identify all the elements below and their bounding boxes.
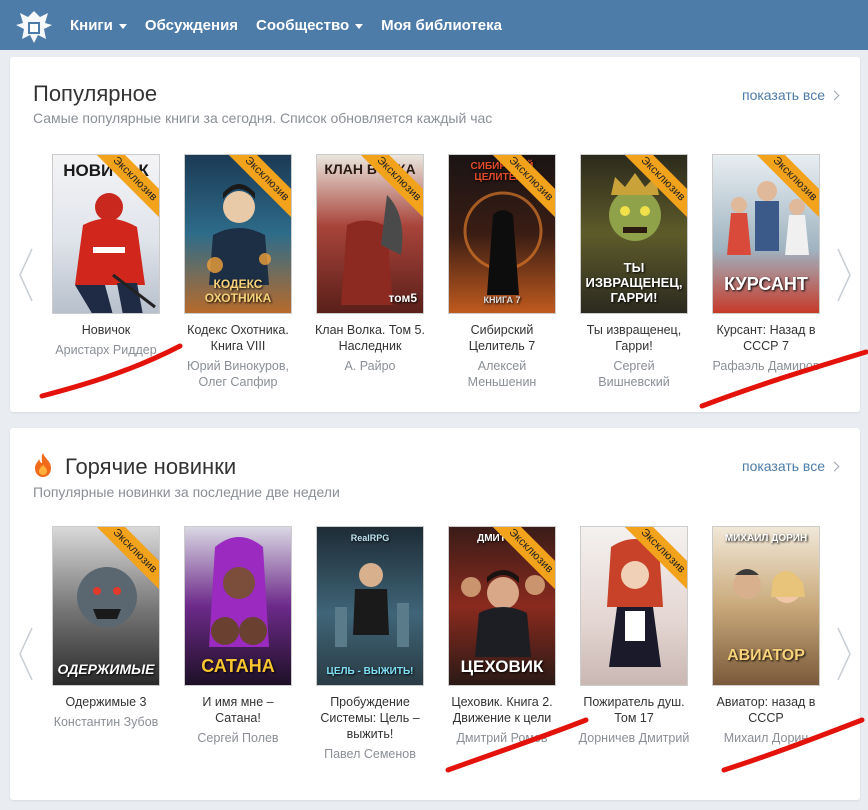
book-cover[interactable]: КУРСАНТ Эксклюзив (712, 154, 820, 314)
book-card[interactable]: КУРСАНТ Эксклюзив Курсант: Назад в СССР … (704, 154, 828, 374)
book-author[interactable]: Рафаэль Дамиров (704, 358, 828, 374)
show-all-label: показать все (742, 87, 825, 103)
book-title[interactable]: Ты извращенец, Гарри! (572, 322, 696, 354)
nav-my-library-label: Моя библиотека (381, 16, 502, 34)
hot-new-section: Горячие новинки Популярные новинки за по… (10, 428, 860, 800)
book-card[interactable]: КОДЕКС ОХОТНИКА Эксклюзив Кодекс Охотник… (176, 154, 300, 390)
chevron-right-icon (829, 90, 840, 100)
book-cover[interactable]: МИХАИЛ ДОРИН АВИАТОР (712, 526, 820, 686)
top-navbar: Книги Обсуждения Сообщество Моя библиоте… (0, 0, 868, 50)
chevron-left-icon (19, 627, 33, 681)
book-title[interactable]: Курсант: Назад в СССР 7 (704, 322, 828, 354)
book-author[interactable]: Михаил Дорин (704, 730, 828, 746)
book-card[interactable]: RealRPG ЦЕЛЬ - ВЫЖИТЬ! Пробуждение Систе… (308, 526, 432, 762)
book-title[interactable]: Пожиратель душ. Том 17 (572, 694, 696, 726)
book-title[interactable]: Клан Волка. Том 5. Наследник (308, 322, 432, 354)
book-title[interactable]: Авиатор: назад в СССР (704, 694, 828, 726)
book-cover[interactable]: RealRPG ЦЕЛЬ - ВЫЖИТЬ! (316, 526, 424, 686)
cover-series: RealRPG (350, 533, 390, 543)
cover-volume: том5 (388, 291, 417, 305)
book-author[interactable]: Аристарх Риддер (44, 342, 168, 358)
book-card[interactable]: САТАНА И имя мне – Сатана! Сергей Полев (176, 526, 300, 746)
book-cover[interactable]: Эксклюзив (580, 526, 688, 686)
section-subtitle: Популярные новинки за последние две неде… (33, 484, 340, 500)
fire-icon (35, 453, 51, 477)
book-card[interactable]: МИХАИЛ ДОРИН АВИАТОР Авиатор: назад в СС… (704, 526, 828, 746)
section-title: Популярное (33, 81, 158, 106)
cover-title: АВИАТОР (727, 647, 805, 664)
cover-volume: КНИГА 7 (483, 295, 521, 305)
nav-books[interactable]: Книги (70, 17, 127, 34)
book-card[interactable]: СИБИРСКИЙ ЦЕЛИТЕЛЬ КНИГА 7 Эксклюзив Сиб… (440, 154, 564, 390)
chevron-down-icon (355, 23, 364, 29)
site-logo-icon[interactable] (14, 7, 54, 45)
book-author[interactable]: Павел Семенов (308, 746, 432, 762)
book-cover[interactable]: ОДЕРЖИМЫЕ Эксклюзив (52, 526, 160, 686)
chevron-right-icon (837, 248, 851, 302)
nav-discussions[interactable]: Обсуждения (145, 17, 238, 34)
book-card[interactable]: ТЫ ИЗВРАЩЕНЕЦ, ГАРРИ! Эксклюзив Ты извра… (572, 154, 696, 390)
popular-section: Популярное Самые популярные книги за сег… (10, 57, 860, 412)
book-card[interactable]: ОДЕРЖИМЫЕ Эксклюзив Одержимые 3 Констант… (44, 526, 168, 730)
chevron-right-icon (837, 627, 851, 681)
book-author[interactable]: Сергей Вишневский (572, 358, 696, 390)
section-title: Горячие новинки (65, 454, 237, 479)
book-cover[interactable]: САТАНА (184, 526, 292, 686)
book-title[interactable]: Новичок (44, 322, 168, 338)
cover-title: ЦЕЛЬ - ВЫЖИТЬ! (326, 666, 414, 677)
book-cover[interactable]: НОВИЧОК Эксклюзив (52, 154, 160, 314)
nav-books-label: Книги (70, 16, 113, 34)
book-author[interactable]: Дорничев Дмитрий (572, 730, 696, 746)
cover-title: ЦЕХОВИК (460, 657, 544, 676)
book-card[interactable]: Эксклюзив Пожиратель душ. Том 17 Дорниче… (572, 526, 696, 746)
book-title[interactable]: Цеховик. Книга 2. Движение к цели (440, 694, 564, 726)
book-author[interactable]: Константин Зубов (44, 714, 168, 730)
book-author[interactable]: А. Райро (308, 358, 432, 374)
cover-title: КОДЕКС ОХОТНИКА (204, 277, 272, 305)
chevron-down-icon (118, 23, 127, 29)
cover-title: САТАНА (201, 656, 275, 676)
book-title[interactable]: Кодекс Охотника. Книга VIII (176, 322, 300, 354)
show-all-link[interactable]: показать все (742, 458, 840, 474)
main-nav: Книги Обсуждения Сообщество Моя библиоте… (70, 0, 502, 50)
book-cover[interactable]: КОДЕКС ОХОТНИКА Эксклюзив (184, 154, 292, 314)
book-author[interactable]: Алексей Меньшенин (440, 358, 564, 390)
book-card[interactable]: ДМИТРИЙ ЦЕХОВИК Эксклюзив Цеховик. Книга… (440, 526, 564, 746)
book-title[interactable]: Сибирский Целитель 7 (440, 322, 564, 354)
cover-author: МИХАИЛ ДОРИН (724, 533, 808, 544)
book-cover[interactable]: ТЫ ИЗВРАЩЕНЕЦ, ГАРРИ! Эксклюзив (580, 154, 688, 314)
book-author[interactable]: Дмитрий Ромов (440, 730, 564, 746)
book-title[interactable]: И имя мне – Сатана! (176, 694, 300, 726)
nav-my-library[interactable]: Моя библиотека (381, 17, 502, 34)
book-title[interactable]: Пробуждение Системы: Цель – выжить! (308, 694, 432, 742)
carousel-next-button[interactable] (834, 245, 854, 305)
book-author[interactable]: Юрий Винокуров, Олег Сапфир (176, 358, 300, 390)
cover-title: ТЫ ИЗВРАЩЕНЕЦ, ГАРРИ! (585, 260, 683, 305)
cover-art (335, 563, 409, 647)
book-author[interactable]: Сергей Полев (176, 730, 300, 746)
nav-discussions-label: Обсуждения (144, 16, 239, 34)
nav-community-label: Сообщество (256, 16, 350, 34)
chevron-left-icon (19, 248, 33, 302)
book-cover[interactable]: КЛАН ВОЛКА том5 Эксклюзив (316, 154, 424, 314)
section-subtitle: Самые популярные книги за сегодня. Списо… (33, 110, 493, 126)
book-cover[interactable]: ДМИТРИЙ ЦЕХОВИК Эксклюзив (448, 526, 556, 686)
show-all-label: показать все (742, 458, 825, 474)
nav-community[interactable]: Сообщество (256, 16, 364, 34)
cover-title: ОДЕРЖИМЫЕ (57, 661, 155, 677)
carousel-prev-button[interactable] (16, 624, 36, 684)
carousel-next-button[interactable] (834, 624, 854, 684)
show-all-link[interactable]: показать все (742, 87, 840, 103)
book-cover[interactable]: СИБИРСКИЙ ЦЕЛИТЕЛЬ КНИГА 7 Эксклюзив (448, 154, 556, 314)
carousel-prev-button[interactable] (16, 245, 36, 305)
book-card[interactable]: НОВИЧОК Эксклюзив Новичок Аристарх Ридде… (44, 154, 168, 358)
cover-title: КУРСАНТ (724, 274, 808, 294)
chevron-right-icon (829, 461, 840, 471)
book-title[interactable]: Одержимые 3 (44, 694, 168, 710)
book-card[interactable]: КЛАН ВОЛКА том5 Эксклюзив Клан Волка. То… (308, 154, 432, 374)
